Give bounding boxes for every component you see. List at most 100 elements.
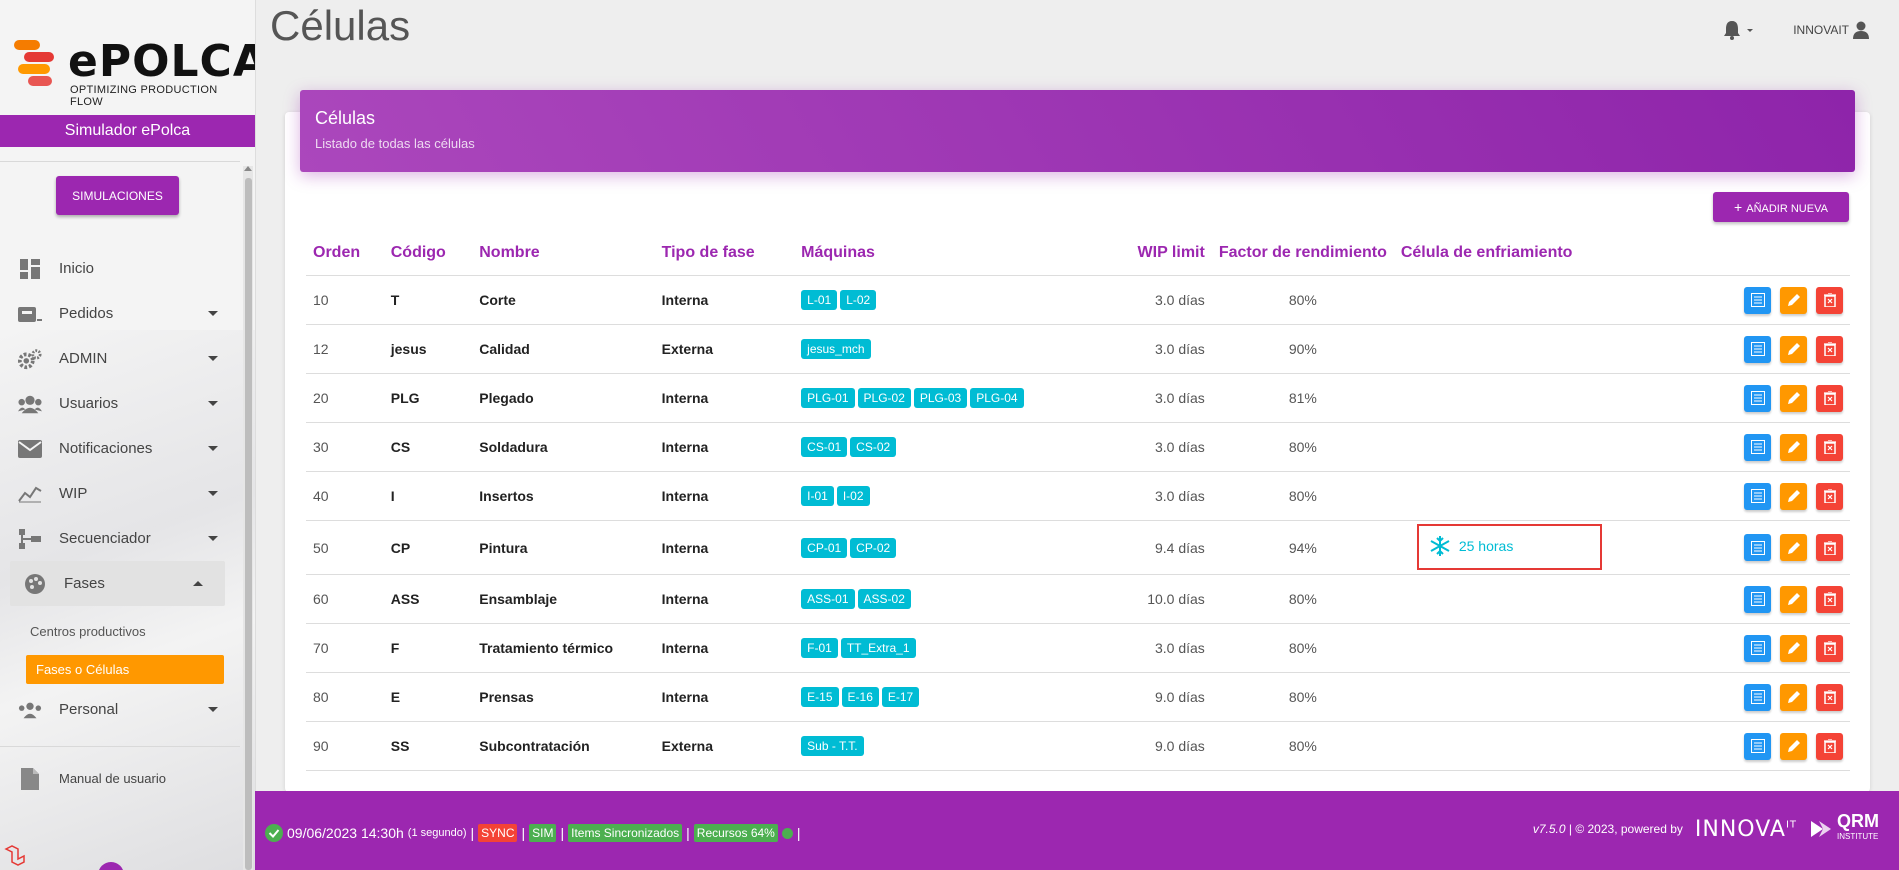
edit-button[interactable]	[1780, 585, 1807, 613]
user-icon[interactable]	[1853, 21, 1869, 39]
resources-badge[interactable]: Recursos 64%	[693, 824, 778, 842]
items-synced-badge[interactable]: Items Sincronizados	[568, 824, 683, 842]
delete-button[interactable]	[1816, 384, 1843, 412]
cell-maquinas: CP-01 CP-02	[794, 520, 1090, 575]
column-header-maquinas[interactable]: Máquinas	[794, 230, 1090, 276]
view-button[interactable]	[1744, 384, 1771, 412]
delete-button[interactable]	[1816, 534, 1843, 561]
footer-datetime: 09/06/2023 14:30h	[287, 825, 404, 841]
sidebar-subitem-centros[interactable]: Centros productivos	[30, 624, 146, 639]
machine-badge[interactable]: PLG-03	[913, 388, 968, 408]
user-name[interactable]: INNOVAIT	[1793, 23, 1849, 37]
edit-button[interactable]	[1780, 683, 1807, 711]
view-button[interactable]	[1744, 683, 1771, 711]
sidebar-item-secuenciador[interactable]: Secuenciador	[0, 516, 240, 561]
edit-button[interactable]	[1780, 534, 1807, 561]
machine-badge[interactable]: I-01	[801, 486, 834, 506]
orders-icon	[18, 303, 42, 325]
delete-button[interactable]	[1816, 683, 1843, 711]
delete-button[interactable]	[1816, 286, 1843, 314]
view-button[interactable]	[1744, 585, 1771, 613]
column-header-wip[interactable]: WIP limit	[1089, 230, 1212, 276]
simulations-button[interactable]: SIMULACIONES	[56, 176, 179, 215]
edit-button[interactable]	[1780, 482, 1807, 510]
column-header-codigo[interactable]: Código	[383, 230, 473, 276]
sidebar-item-usuarios[interactable]: Usuarios	[0, 381, 240, 426]
cell-factor: 80%	[1211, 275, 1394, 325]
sidebar-item-pedidos[interactable]: Pedidos	[0, 291, 240, 336]
machine-badge[interactable]: CS-02	[850, 437, 897, 457]
column-header-enfriamiento[interactable]: Célula de enfriamiento	[1393, 230, 1593, 276]
sidebar-scrollbar-thumb[interactable]	[245, 178, 252, 870]
machine-badge[interactable]: E-17	[881, 687, 920, 707]
notifications-dropdown[interactable]	[1723, 20, 1754, 40]
cell-nombre: Prensas	[472, 672, 655, 722]
sync-badge[interactable]: SYNC	[478, 824, 518, 842]
machine-badge[interactable]: E-16	[841, 687, 879, 707]
machine-badge[interactable]: PLG-02	[857, 388, 911, 408]
sidebar-item-admin[interactable]: ADMIN	[0, 336, 240, 381]
edit-button[interactable]	[1780, 286, 1807, 314]
machine-badge[interactable]: PLG-01	[801, 388, 855, 408]
delete-button[interactable]	[1816, 335, 1843, 363]
view-button[interactable]	[1744, 433, 1771, 461]
machine-badge[interactable]: CP-02	[850, 537, 897, 558]
view-button[interactable]	[1744, 634, 1771, 662]
sidebar-item-wip[interactable]: WIP	[0, 471, 240, 516]
edit-button[interactable]	[1780, 634, 1807, 662]
machine-badge[interactable]: CP-01	[801, 537, 848, 558]
view-button[interactable]	[1744, 335, 1771, 363]
delete-button[interactable]	[1816, 433, 1843, 461]
innova-logo[interactable]: INNOVAIT	[1695, 817, 1797, 842]
scroll-up-arrow-icon[interactable]	[244, 166, 252, 171]
machine-badge[interactable]: E-15	[801, 687, 839, 707]
epolca-logo[interactable]: ePOLCA OPTIMIZING PRODUCTION FLOW	[14, 36, 255, 108]
cell-orden: 10	[306, 275, 384, 325]
edit-button[interactable]	[1780, 732, 1807, 760]
cell-actions	[1592, 672, 1850, 722]
status-dot-icon	[781, 827, 793, 839]
edit-button[interactable]	[1780, 433, 1807, 461]
cell-codigo: E	[383, 672, 473, 722]
view-button[interactable]	[1744, 534, 1771, 561]
machine-badge[interactable]: ASS-02	[857, 589, 911, 609]
machine-badge[interactable]: PLG-04	[970, 388, 1024, 408]
help-fab[interactable]	[98, 862, 124, 870]
sidebar-item-notificaciones[interactable]: Notificaciones	[0, 426, 240, 471]
machine-badge[interactable]: L-01	[801, 290, 838, 310]
add-new-button[interactable]: + AÑADIR NUEVA	[1713, 192, 1849, 222]
delete-button[interactable]	[1816, 585, 1843, 613]
machine-badge[interactable]: TT_Extra_1	[840, 638, 916, 658]
cell-maquinas: L-01 L-02	[794, 275, 1090, 325]
column-header-nombre[interactable]: Nombre	[472, 230, 655, 276]
sim-badge[interactable]: SIM	[529, 824, 557, 842]
machine-badge[interactable]: I-02	[836, 486, 870, 506]
delete-button[interactable]	[1816, 482, 1843, 510]
machine-badge[interactable]: CS-01	[801, 437, 848, 457]
view-button[interactable]	[1744, 732, 1771, 760]
delete-button[interactable]	[1816, 732, 1843, 760]
qrm-logo[interactable]: QRM INSTITUTE	[1809, 812, 1879, 845]
cell-wip: 3.0 días	[1089, 324, 1212, 374]
delete-button[interactable]	[1816, 634, 1843, 662]
view-button[interactable]	[1744, 286, 1771, 314]
machine-badge[interactable]: ASS-01	[801, 589, 855, 609]
machine-badge[interactable]: L-02	[840, 290, 877, 310]
column-header-factor[interactable]: Factor de rendimiento	[1211, 230, 1394, 276]
sidebar-item-personal[interactable]: Personal	[0, 687, 240, 732]
cell-orden: 30	[306, 422, 384, 472]
column-header-orden[interactable]: Orden	[306, 230, 384, 276]
sidebar-item-manual[interactable]: Manual de usuario	[0, 756, 240, 801]
sidebar-subitem-fases-celulas[interactable]: Fases o Células	[26, 655, 224, 684]
machine-badge[interactable]: F-01	[801, 638, 838, 658]
edit-button[interactable]	[1780, 384, 1807, 412]
column-header-tipo[interactable]: Tipo de fase	[654, 230, 795, 276]
machine-badge[interactable]: Sub - T.T.	[801, 736, 864, 756]
sidebar-item-inicio[interactable]: Inicio	[0, 246, 240, 291]
view-button[interactable]	[1744, 482, 1771, 510]
sidebar-item-fases[interactable]: Fases	[10, 561, 225, 606]
edit-button[interactable]	[1780, 335, 1807, 363]
machine-badge[interactable]: jesus_mch	[801, 339, 871, 359]
trash-icon	[1823, 592, 1836, 606]
document-icon	[18, 767, 42, 790]
